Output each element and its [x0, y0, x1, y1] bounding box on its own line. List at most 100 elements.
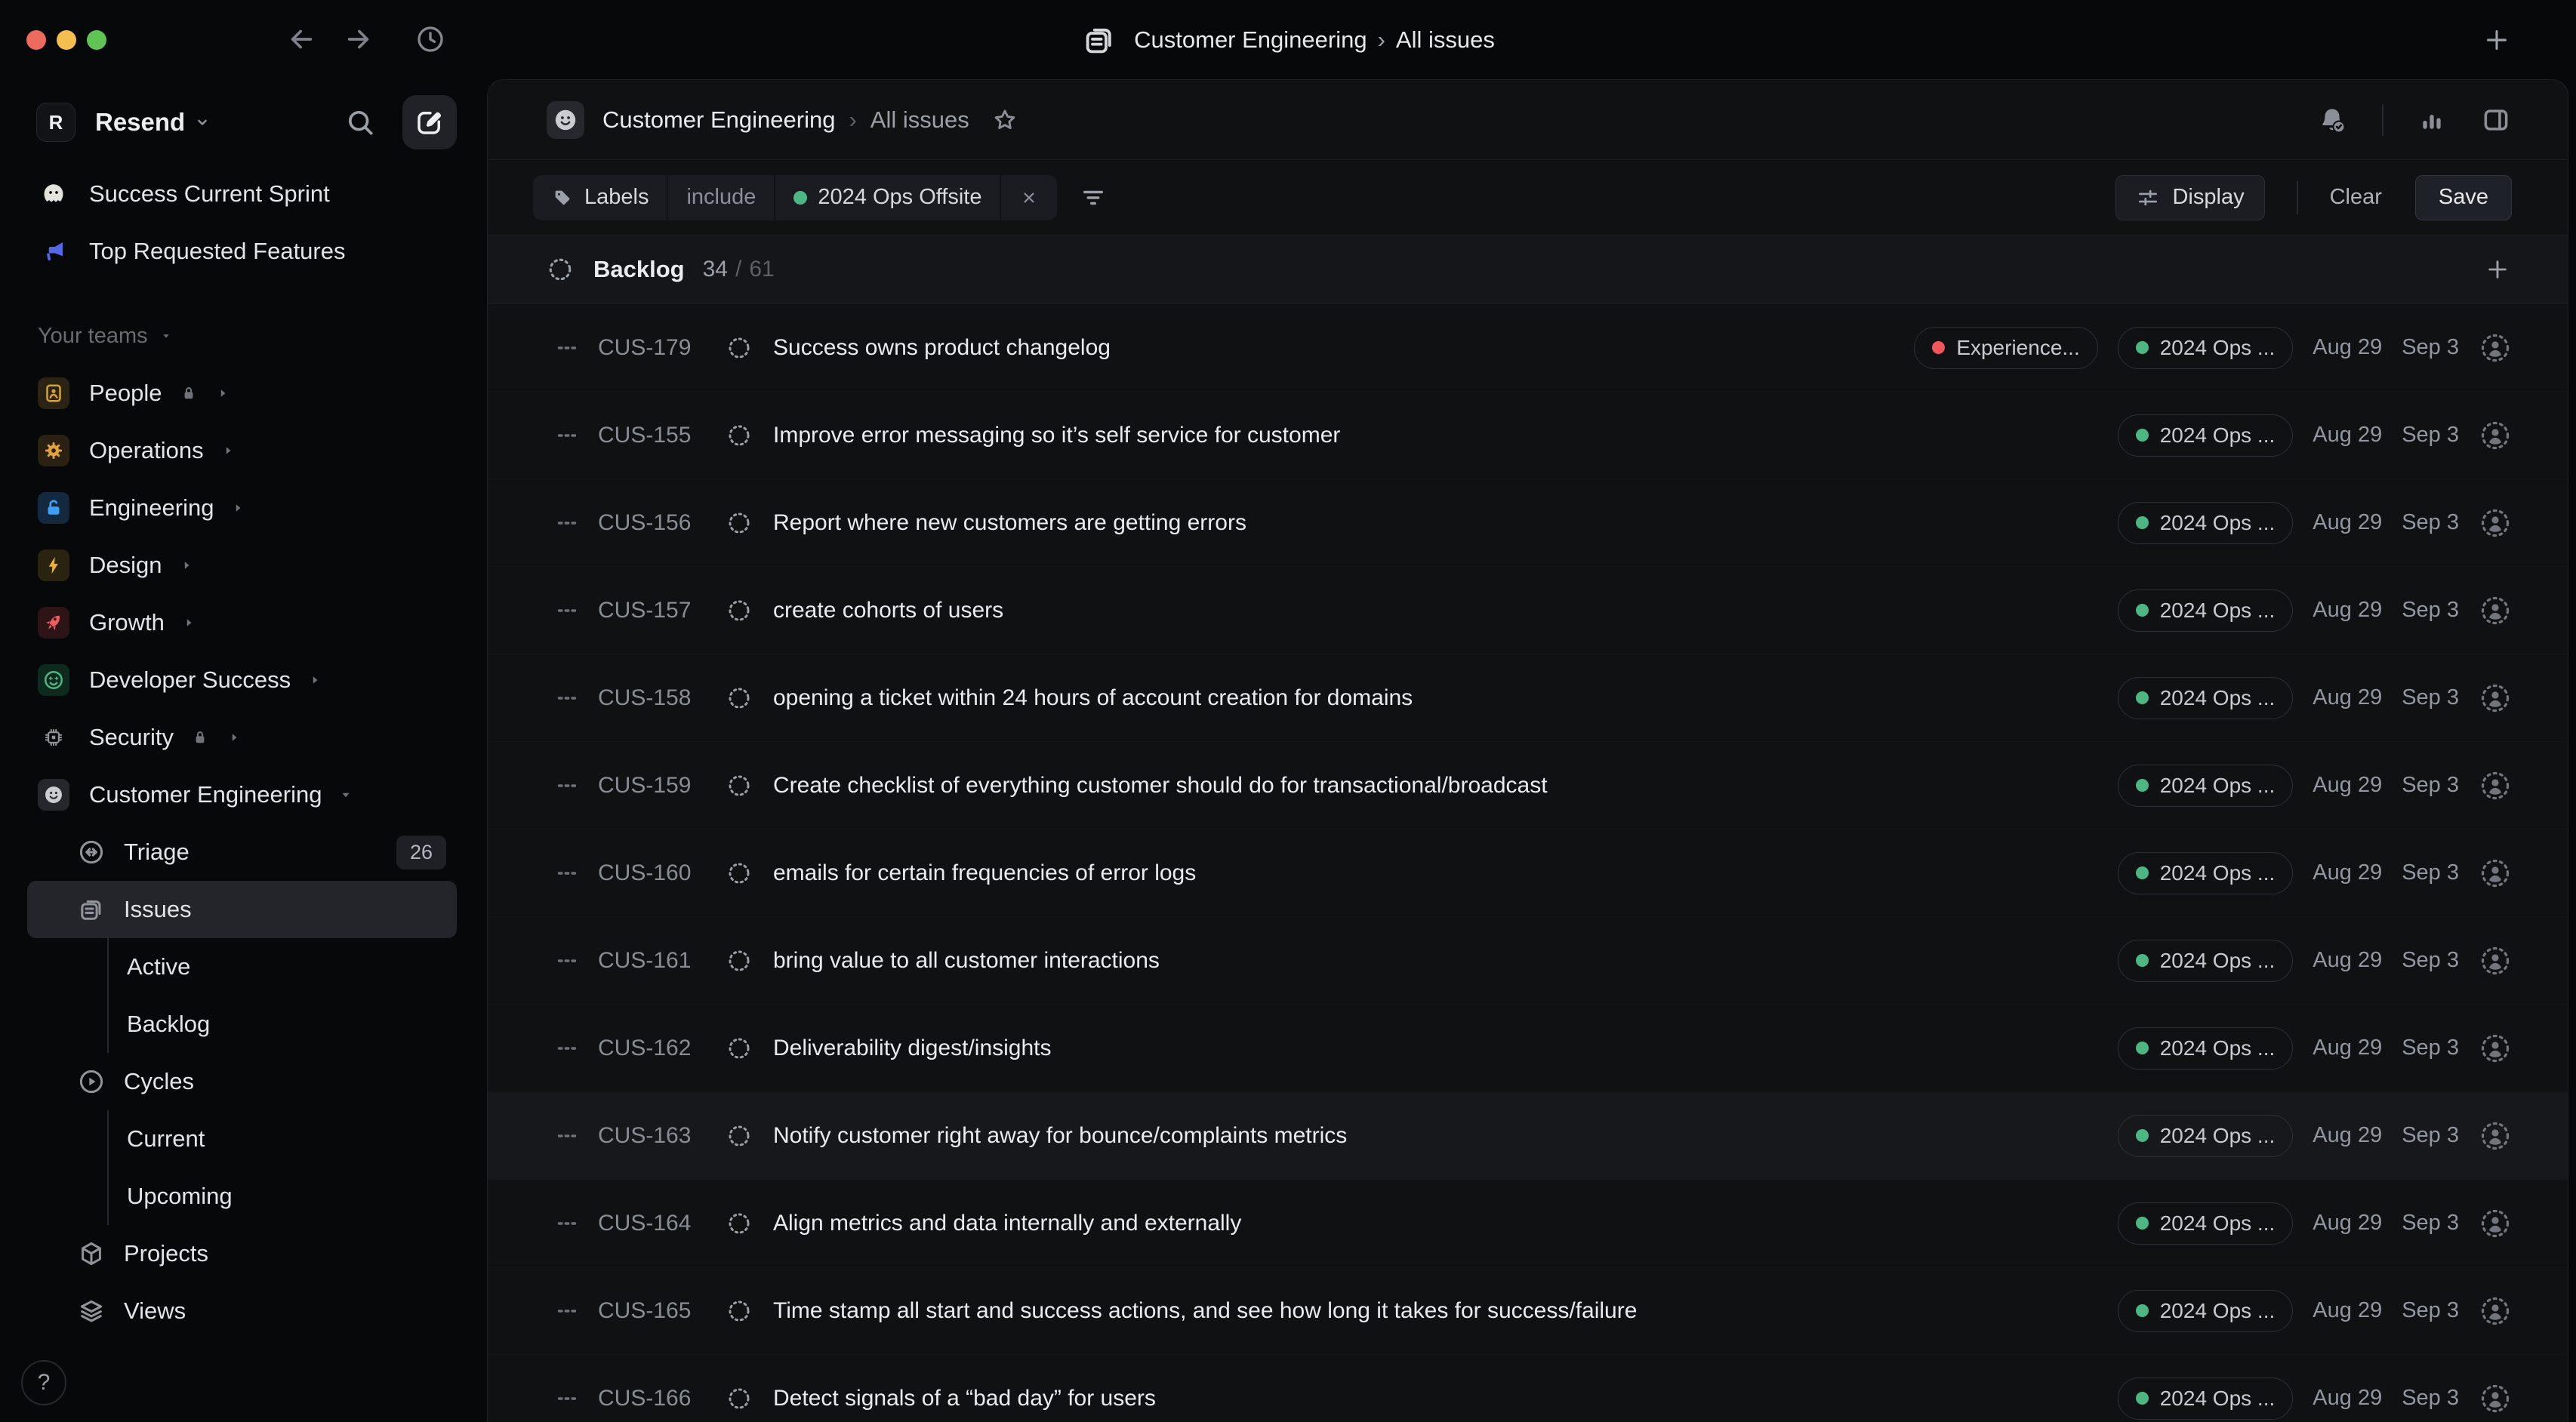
compose-button[interactable]: [402, 95, 457, 149]
label-pill[interactable]: 2024 Ops ...: [2118, 1115, 2294, 1157]
issue-row[interactable]: CUS-162Deliverability digest/insights202…: [488, 1005, 2568, 1092]
workspace-name[interactable]: Resend: [95, 108, 185, 137]
sidebar-item-current[interactable]: Current: [107, 1110, 457, 1168]
issue-title[interactable]: Success owns product changelog: [773, 335, 1899, 361]
insights-chart-icon[interactable]: [2417, 105, 2447, 135]
notifications-bell-icon[interactable]: [2316, 103, 2349, 137]
label-pill[interactable]: 2024 Ops ...: [2118, 327, 2294, 369]
issue-row[interactable]: CUS-166Detect signals of a “bad day” for…: [488, 1355, 2568, 1422]
help-button[interactable]: ?: [21, 1360, 66, 1405]
status-backlog-icon[interactable]: [726, 423, 752, 448]
sidebar-item-triage[interactable]: Triage26: [27, 823, 457, 881]
label-pill[interactable]: 2024 Ops ...: [2118, 677, 2294, 719]
issue-title[interactable]: bring value to all customer interactions: [773, 948, 2103, 974]
issue-title[interactable]: emails for certain frequencies of error …: [773, 860, 2103, 886]
label-pill[interactable]: 2024 Ops ...: [2118, 1377, 2294, 1420]
issue-title[interactable]: Time stamp all start and success actions…: [773, 1298, 2103, 1324]
issue-title[interactable]: create cohorts of users: [773, 598, 2103, 623]
sidebar-item-top-requested-features[interactable]: Top Requested Features: [27, 223, 457, 280]
issue-row[interactable]: CUS-157create cohorts of users2024 Ops .…: [488, 567, 2568, 654]
status-backlog-icon[interactable]: [726, 598, 752, 623]
assignee-avatar-icon[interactable]: [2479, 1294, 2512, 1328]
new-tab-plus-icon[interactable]: [2481, 24, 2513, 56]
sidebar-team-growth[interactable]: Growth: [27, 594, 457, 651]
status-backlog-icon[interactable]: [726, 1123, 752, 1149]
assignee-avatar-icon[interactable]: [2479, 1382, 2512, 1415]
issue-row[interactable]: CUS-160emails for certain frequencies of…: [488, 830, 2568, 917]
assignee-avatar-icon[interactable]: [2479, 419, 2512, 452]
breadcrumb-team[interactable]: Customer Engineering: [602, 106, 835, 134]
sidebar-team-security[interactable]: Security: [27, 709, 457, 766]
priority-none-icon[interactable]: [554, 423, 580, 448]
chevron-down-icon[interactable]: [191, 111, 214, 134]
status-backlog-icon[interactable]: [726, 1036, 752, 1061]
sidebar-team-design[interactable]: Design: [27, 537, 457, 594]
add-filter-icon[interactable]: [1080, 184, 1107, 211]
filter-remove-segment[interactable]: [1001, 175, 1057, 220]
status-backlog-icon[interactable]: [726, 948, 752, 974]
status-backlog-icon[interactable]: [726, 1211, 752, 1236]
issue-title[interactable]: Deliverability digest/insights: [773, 1036, 2103, 1061]
sidebar-team-developer-success[interactable]: Developer Success: [27, 651, 457, 709]
issue-title[interactable]: Detect signals of a “bad day” for users: [773, 1386, 2103, 1411]
label-pill[interactable]: 2024 Ops ...: [2118, 1290, 2294, 1332]
status-backlog-icon[interactable]: [726, 335, 752, 361]
add-issue-plus-icon[interactable]: [2483, 255, 2512, 284]
issue-title[interactable]: Align metrics and data internally and ex…: [773, 1211, 2103, 1236]
issue-row[interactable]: CUS-159Create checklist of everything cu…: [488, 742, 2568, 830]
issue-title[interactable]: Notify customer right away for bounce/co…: [773, 1123, 2103, 1149]
label-pill[interactable]: Experience...: [1914, 327, 2097, 369]
filter-operator-segment[interactable]: include: [668, 175, 774, 220]
status-backlog-icon[interactable]: [726, 685, 752, 711]
status-backlog-icon[interactable]: [726, 860, 752, 886]
sidebar-team-engineering[interactable]: Engineering: [27, 479, 457, 537]
assignee-avatar-icon[interactable]: [2479, 1032, 2512, 1065]
issue-row[interactable]: CUS-163Notify customer right away for bo…: [488, 1092, 2568, 1180]
sidebar-item-active[interactable]: Active: [107, 938, 457, 996]
display-button[interactable]: Display: [2115, 175, 2264, 220]
assignee-avatar-icon[interactable]: [2479, 944, 2512, 977]
priority-none-icon[interactable]: [554, 948, 580, 974]
issue-row[interactable]: CUS-161bring value to all customer inter…: [488, 917, 2568, 1005]
sidebar-team-customer-engineering[interactable]: Customer Engineering: [27, 766, 457, 823]
sidebar-item-success-current-sprint[interactable]: Success Current Sprint: [27, 165, 457, 223]
assignee-avatar-icon[interactable]: [2479, 506, 2512, 540]
issue-row[interactable]: CUS-165Time stamp all start and success …: [488, 1267, 2568, 1355]
label-pill[interactable]: 2024 Ops ...: [2118, 1202, 2294, 1245]
issue-row[interactable]: CUS-158opening a ticket within 24 hours …: [488, 654, 2568, 742]
issue-title[interactable]: Improve error messaging so it’s self ser…: [773, 423, 2103, 448]
sidebar-item-cycles[interactable]: Cycles: [27, 1053, 457, 1110]
workspace-logo[interactable]: R: [36, 103, 75, 142]
status-backlog-icon[interactable]: [726, 510, 752, 536]
priority-none-icon[interactable]: [554, 1211, 580, 1236]
sidebar-item-views[interactable]: Views: [27, 1282, 457, 1340]
assignee-avatar-icon[interactable]: [2479, 682, 2512, 715]
priority-none-icon[interactable]: [554, 685, 580, 711]
label-pill[interactable]: 2024 Ops ...: [2118, 414, 2294, 457]
assignee-avatar-icon[interactable]: [2479, 594, 2512, 627]
filter-value-segment[interactable]: 2024 Ops Offsite: [775, 175, 1000, 220]
issue-row[interactable]: CUS-164Align metrics and data internally…: [488, 1180, 2568, 1267]
priority-none-icon[interactable]: [554, 1036, 580, 1061]
status-backlog-icon[interactable]: [726, 1298, 752, 1324]
label-pill[interactable]: 2024 Ops ...: [2118, 852, 2294, 894]
search-icon[interactable]: [344, 106, 377, 139]
label-pill[interactable]: 2024 Ops ...: [2118, 589, 2294, 632]
sidebar-item-projects[interactable]: Projects: [27, 1225, 457, 1282]
priority-none-icon[interactable]: [554, 1386, 580, 1411]
label-pill[interactable]: 2024 Ops ...: [2118, 1027, 2294, 1070]
assignee-avatar-icon[interactable]: [2479, 769, 2512, 802]
issue-title[interactable]: Create checklist of everything customer …: [773, 773, 2103, 799]
sidebar-item-issues[interactable]: Issues: [27, 881, 457, 938]
label-pill[interactable]: 2024 Ops ...: [2118, 765, 2294, 807]
save-button[interactable]: Save: [2415, 175, 2512, 220]
priority-none-icon[interactable]: [554, 510, 580, 536]
priority-none-icon[interactable]: [554, 1298, 580, 1324]
your-teams-section[interactable]: Your teams: [27, 307, 457, 365]
status-backlog-icon[interactable]: [726, 773, 752, 799]
side-panel-toggle-icon[interactable]: [2480, 104, 2512, 136]
clear-button[interactable]: Clear: [2330, 185, 2382, 210]
issue-title[interactable]: Report where new customers are getting e…: [773, 510, 2103, 536]
breadcrumb-page[interactable]: All issues: [870, 106, 969, 134]
assignee-avatar-icon[interactable]: [2479, 1207, 2512, 1240]
